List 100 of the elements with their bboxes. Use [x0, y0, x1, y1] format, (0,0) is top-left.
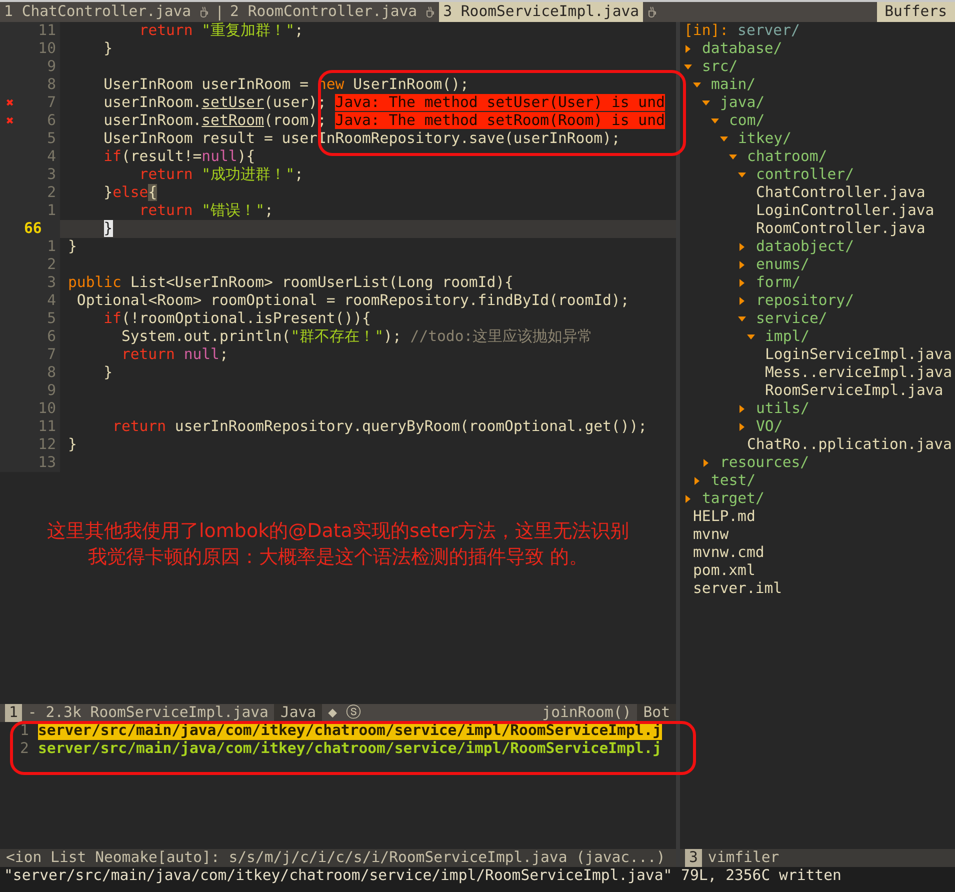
- line-number: 4: [46, 292, 57, 310]
- folder-item[interactable]: java/: [720, 94, 765, 112]
- status-label: vimfiler: [706, 849, 780, 867]
- code-text: ;: [219, 346, 228, 363]
- file-item[interactable]: mvnw.cmd: [693, 544, 764, 562]
- code-text: ;: [264, 202, 274, 219]
- caret-down-icon[interactable]: [702, 99, 710, 107]
- code-text: (result!=: [121, 148, 202, 165]
- tab-separator: |: [214, 4, 225, 20]
- code-text: userInRoomRepository.queryByRoom(roomOptional.get());: [174, 418, 648, 435]
- folder-item[interactable]: com/: [729, 112, 765, 130]
- caret-down-icon[interactable]: [684, 63, 692, 71]
- caret-right-icon[interactable]: [738, 405, 746, 413]
- caret-right-icon[interactable]: [738, 423, 746, 431]
- folder-item[interactable]: target/: [702, 490, 764, 508]
- caret-down-icon[interactable]: [711, 117, 719, 125]
- caret-right-icon[interactable]: [738, 261, 746, 269]
- caret-down-icon[interactable]: [738, 315, 746, 323]
- file-item[interactable]: HELP.md: [693, 508, 756, 526]
- caret-right-icon[interactable]: [693, 477, 701, 485]
- cursor-char: }: [104, 220, 113, 237]
- code-text: System.out.println(: [121, 328, 291, 345]
- folder-item[interactable]: resources/: [720, 454, 810, 472]
- status-label: joinRoom(): [541, 704, 632, 722]
- folder-item[interactable]: main/: [711, 76, 756, 94]
- caret-down-icon[interactable]: [693, 81, 701, 89]
- folder-item[interactable]: impl/: [765, 328, 810, 346]
- editor-tab[interactable]: 2 RoomController.java: [226, 2, 422, 22]
- status-label: 1: [5, 704, 22, 722]
- line-number: 1: [19, 722, 30, 740]
- error-sign: ✖: [6, 96, 14, 111]
- caret-down-icon[interactable]: [738, 171, 746, 179]
- code-text: }: [104, 364, 113, 381]
- line-number: 7: [46, 346, 57, 364]
- caret-down-icon[interactable]: [720, 135, 728, 143]
- status-label: <ion List Neomake[auto]: s/s/m/j/c/i/c/s/i/RoomServiceImpl.java (javac...): [5, 849, 666, 867]
- folder-item[interactable]: enums/: [756, 256, 810, 274]
- file-item[interactable]: pom.xml: [693, 562, 756, 580]
- error-message: Java: The method setRoom(Room) is und: [335, 112, 665, 129]
- method-name: setRoom: [202, 112, 264, 129]
- folder-item[interactable]: itkey/: [738, 130, 792, 148]
- line-number: 13: [37, 454, 57, 472]
- caret-right-icon[interactable]: [684, 495, 692, 503]
- file-item[interactable]: RoomController.java: [756, 220, 926, 238]
- folder-item[interactable]: src/: [702, 58, 738, 76]
- folder-item[interactable]: dataobject/: [756, 238, 854, 256]
- coffee-cup-icon: [425, 6, 436, 18]
- caret-right-icon[interactable]: [702, 459, 710, 467]
- quickfix-entry[interactable]: server/src/main/java/com/itkey/chatroom/service/impl/RoomServiceImpl.j: [38, 740, 662, 758]
- line-number: 2: [19, 740, 30, 758]
- folder-item[interactable]: chatroom/: [747, 148, 828, 166]
- string-text: "群不存在！": [290, 328, 384, 345]
- folder-item[interactable]: test/: [711, 472, 756, 490]
- caret-right-icon[interactable]: [684, 45, 692, 53]
- file-item[interactable]: LoginServiceImpl.java: [765, 346, 952, 364]
- caret-right-icon[interactable]: [738, 279, 746, 287]
- editor-tab[interactable]: 1 ChatController.java: [0, 2, 196, 22]
- annotation-text: 这里其他我使用了lombok的@Data实现的seter方法，这里无法识别: [46, 519, 630, 544]
- caret-down-icon[interactable]: [729, 153, 737, 161]
- keyword-text: public: [68, 274, 122, 291]
- line-number: 9: [46, 58, 57, 76]
- file-item[interactable]: mvnw: [693, 526, 729, 544]
- bracket-char: {: [148, 184, 158, 201]
- status-label: Java: [274, 704, 322, 722]
- keyword-text: return: [121, 346, 175, 363]
- file-item[interactable]: server.iml: [693, 580, 782, 598]
- line-number: 3: [46, 166, 57, 184]
- filer-prefix: [in]:: [684, 22, 729, 40]
- status-label: Bot: [637, 704, 676, 722]
- line-number: 8: [46, 364, 57, 382]
- code-text: }: [68, 238, 77, 255]
- code-text: userInRoom.: [104, 94, 202, 111]
- error-message: Java: The method setUser(User) is und: [335, 94, 665, 111]
- folder-item[interactable]: service/: [756, 310, 828, 328]
- line-number: 1: [46, 238, 57, 256]
- caret-down-icon[interactable]: [747, 333, 755, 341]
- line-number: 12: [37, 436, 57, 454]
- caret-right-icon[interactable]: [738, 297, 746, 305]
- line-number: 10: [37, 40, 57, 58]
- folder-item[interactable]: controller/: [756, 166, 854, 184]
- caret-right-icon[interactable]: [738, 243, 746, 251]
- code-text: ;: [294, 166, 304, 183]
- file-item[interactable]: LoginController.java: [756, 202, 934, 220]
- folder-item[interactable]: VO/: [756, 418, 783, 436]
- editor-tab[interactable]: 3 RoomServiceImpl.java: [439, 2, 644, 22]
- keyword-text: if: [104, 310, 122, 327]
- folder-item[interactable]: form/: [756, 274, 801, 292]
- file-item[interactable]: ChatController.java: [756, 184, 926, 202]
- folder-item[interactable]: utils/: [756, 400, 810, 418]
- file-item[interactable]: ChatRo..pplication.java: [747, 436, 952, 454]
- folder-item[interactable]: repository/: [756, 292, 854, 310]
- file-item[interactable]: RoomServiceImpl.java: [765, 382, 944, 400]
- comment-text: //todo:这里应该抛如异常: [410, 328, 593, 345]
- keyword-text: else: [112, 184, 148, 201]
- folder-item[interactable]: database/: [702, 40, 782, 58]
- string-text: "重复加群！": [202, 22, 294, 39]
- code-text: ){: [237, 148, 256, 165]
- line-number: 2: [46, 184, 57, 202]
- literal-text: null: [184, 346, 220, 363]
- file-item[interactable]: Mess..erviceImpl.java: [765, 364, 952, 382]
